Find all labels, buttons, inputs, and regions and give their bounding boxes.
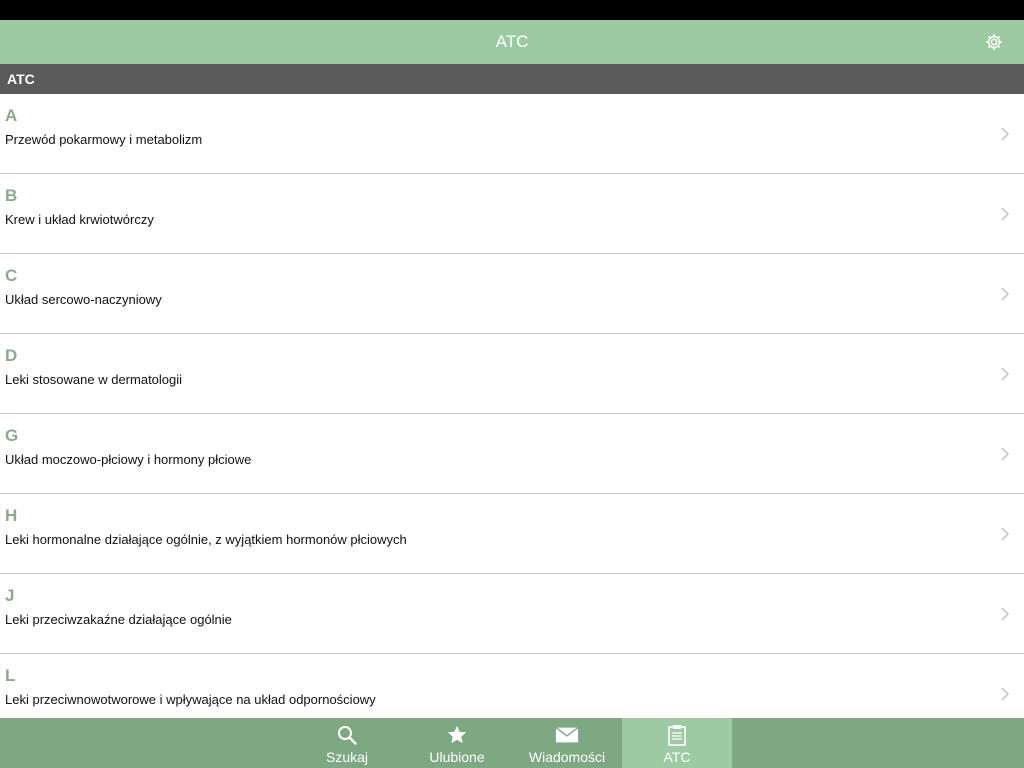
status-bar bbox=[0, 0, 1024, 20]
tab-label: Szukaj bbox=[325, 749, 369, 765]
atc-list: A Przewód pokarmowy i metabolizm B Krew … bbox=[0, 94, 1024, 718]
tab-label: ATC bbox=[663, 749, 691, 765]
tab-wiadomosci[interactable]: Wiadomości bbox=[512, 718, 622, 768]
chevron-right-icon bbox=[1001, 687, 1010, 701]
chevron-right-icon bbox=[1001, 207, 1010, 221]
tab-ulubione[interactable]: Ulubione bbox=[402, 718, 512, 768]
tab-bar: Szukaj Ulubione Wiadomości ATC bbox=[0, 718, 1024, 768]
search-icon bbox=[335, 723, 359, 747]
section-header: ATC bbox=[0, 64, 1024, 94]
list-item[interactable]: D Leki stosowane w dermatologii bbox=[0, 334, 1024, 414]
item-description: Krew i układ krwiotwórczy bbox=[5, 212, 154, 227]
item-description: Układ sercowo-naczyniowy bbox=[5, 292, 162, 307]
item-letter: A bbox=[5, 106, 18, 125]
list-item[interactable]: L Leki przeciwnowotworowe i wpływające n… bbox=[0, 654, 1024, 718]
tab-atc[interactable]: ATC bbox=[622, 718, 732, 768]
chevron-right-icon bbox=[1001, 287, 1010, 301]
tab-label: Ulubione bbox=[429, 749, 485, 765]
list-item[interactable]: A Przewód pokarmowy i metabolizm bbox=[0, 94, 1024, 174]
item-letter: B bbox=[5, 186, 18, 205]
item-description: Leki stosowane w dermatologii bbox=[5, 372, 183, 387]
chevron-right-icon bbox=[1001, 367, 1010, 381]
list-item[interactable]: C Układ sercowo-naczyniowy bbox=[0, 254, 1024, 334]
item-letter: G bbox=[5, 426, 19, 445]
chevron-right-icon bbox=[1001, 607, 1010, 621]
chevron-right-icon bbox=[1001, 447, 1010, 461]
item-letter: L bbox=[5, 666, 16, 685]
gear-icon bbox=[986, 34, 1002, 50]
clipboard-icon bbox=[665, 723, 689, 747]
list-item[interactable]: G Układ moczowo-płciowy i hormony płciow… bbox=[0, 414, 1024, 494]
tab-szukaj[interactable]: Szukaj bbox=[292, 718, 402, 768]
item-letter: J bbox=[5, 586, 15, 605]
tab-label: Wiadomości bbox=[528, 749, 606, 765]
page-title: ATC bbox=[495, 32, 529, 51]
item-letter: C bbox=[5, 266, 18, 285]
item-description: Układ moczowo-płciowy i hormony płciowe bbox=[5, 452, 252, 467]
list-item[interactable]: H Leki hormonalne działające ogólnie, z … bbox=[0, 494, 1024, 574]
item-letter: D bbox=[5, 346, 18, 365]
navigation-bar: ATC bbox=[0, 20, 1024, 64]
list-item[interactable]: J Leki przeciwzakaźne działające ogólnie bbox=[0, 574, 1024, 654]
list-item[interactable]: B Krew i układ krwiotwórczy bbox=[0, 174, 1024, 254]
item-description: Leki przeciwnowotworowe i wpływające na … bbox=[5, 692, 376, 707]
chevron-right-icon bbox=[1001, 127, 1010, 141]
item-description: Leki hormonalne działające ogólnie, z wy… bbox=[5, 532, 407, 547]
settings-button[interactable] bbox=[982, 30, 1006, 54]
envelope-icon bbox=[555, 723, 579, 747]
item-description: Przewód pokarmowy i metabolizm bbox=[5, 132, 203, 147]
star-icon bbox=[445, 723, 469, 747]
item-description: Leki przeciwzakaźne działające ogólnie bbox=[5, 612, 232, 627]
item-letter: H bbox=[5, 506, 18, 525]
chevron-right-icon bbox=[1001, 527, 1010, 541]
